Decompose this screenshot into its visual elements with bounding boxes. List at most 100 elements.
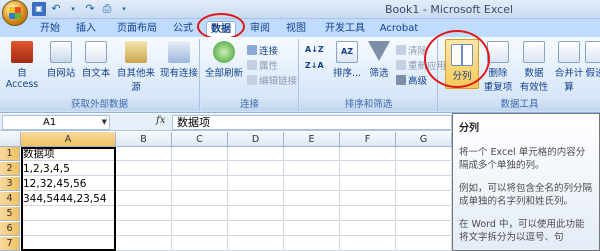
- properties-button[interactable]: 属性: [247, 58, 278, 72]
- sort-asc-button[interactable]: A↓Z: [305, 45, 324, 54]
- grid-cell[interactable]: [172, 207, 228, 221]
- cell-a5[interactable]: [21, 207, 116, 221]
- cell-a7[interactable]: [21, 237, 116, 251]
- select-all-corner[interactable]: [0, 132, 21, 147]
- grid-cell[interactable]: [172, 147, 228, 161]
- grid-cell[interactable]: [284, 177, 340, 191]
- grid-cell[interactable]: [396, 177, 452, 191]
- row-header[interactable]: 1: [0, 147, 20, 161]
- grid-cell[interactable]: [284, 222, 340, 236]
- column-header[interactable]: G: [396, 132, 452, 147]
- grid-cell[interactable]: [284, 162, 340, 176]
- grid-cell[interactable]: [284, 237, 340, 251]
- insert-function-icon[interactable]: fx: [156, 115, 165, 126]
- grid-cell[interactable]: [116, 177, 172, 191]
- grid-cell[interactable]: [228, 162, 284, 176]
- grid-cell[interactable]: [340, 177, 396, 191]
- grid-cell[interactable]: [228, 192, 284, 206]
- clear-button[interactable]: 清除: [396, 43, 427, 57]
- formula-input[interactable]: 数据项: [172, 115, 452, 130]
- tab-review[interactable]: 审阅: [246, 21, 274, 37]
- column-header[interactable]: D: [228, 132, 284, 147]
- cell-a1[interactable]: 数据项: [21, 147, 116, 161]
- grid-cell[interactable]: [284, 207, 340, 221]
- grid-cell[interactable]: [396, 147, 452, 161]
- row-header[interactable]: 7: [0, 237, 20, 251]
- grid-cell[interactable]: [340, 207, 396, 221]
- row-header[interactable]: 6: [0, 222, 20, 236]
- grid-cell[interactable]: [340, 192, 396, 206]
- filter-button[interactable]: 筛选: [364, 41, 394, 79]
- cell-a6[interactable]: [21, 222, 116, 236]
- tab-view[interactable]: 视图: [282, 21, 310, 37]
- grid-cell[interactable]: [172, 162, 228, 176]
- row-header[interactable]: 5: [0, 207, 20, 221]
- grid-cell[interactable]: [396, 237, 452, 251]
- row-header[interactable]: 2: [0, 162, 20, 176]
- sort-button[interactable]: AZ 排序...: [330, 41, 364, 79]
- from-text-button[interactable]: 自文本: [79, 41, 113, 79]
- grid-cell[interactable]: [228, 147, 284, 161]
- column-header[interactable]: F: [340, 132, 396, 147]
- grid-cell[interactable]: [396, 222, 452, 236]
- data-validation-button[interactable]: 数据 有效性: [517, 41, 551, 93]
- from-web-button[interactable]: 自网站: [44, 41, 78, 79]
- grid-cell[interactable]: [340, 222, 396, 236]
- undo-icon[interactable]: ↶: [49, 2, 63, 16]
- cell-a2[interactable]: 1,2,3,4,5: [21, 162, 116, 176]
- cell-a4[interactable]: 344,5444,23,54: [21, 192, 116, 206]
- grid-cell[interactable]: [172, 222, 228, 236]
- tab-page-layout[interactable]: 页面布局: [112, 21, 162, 37]
- name-box-dropdown-icon[interactable]: ▼: [102, 116, 107, 129]
- tab-developer[interactable]: 开发工具: [320, 21, 370, 37]
- what-if-button[interactable]: 假设: [585, 41, 600, 79]
- tab-home[interactable]: 开始: [36, 21, 64, 37]
- grid-cell[interactable]: [284, 192, 340, 206]
- column-header[interactable]: B: [116, 132, 172, 147]
- dropdown-icon[interactable]: ▾: [66, 2, 80, 16]
- print-preview-icon[interactable]: ⎙: [100, 2, 114, 16]
- grid-cell[interactable]: [116, 237, 172, 251]
- cell-a3[interactable]: 12,32,45,56: [21, 177, 116, 191]
- office-button[interactable]: [2, 0, 28, 26]
- name-box[interactable]: A1 ▼: [2, 115, 110, 130]
- grid-cell[interactable]: [228, 207, 284, 221]
- grid-cell[interactable]: [116, 147, 172, 161]
- advanced-button[interactable]: 高级: [396, 73, 427, 87]
- tab-data[interactable]: 数据: [206, 21, 236, 37]
- grid-cell[interactable]: [284, 147, 340, 161]
- tab-acrobat[interactable]: Acrobat: [378, 21, 420, 37]
- grid-cell[interactable]: [116, 207, 172, 221]
- save-icon[interactable]: ▣: [32, 2, 46, 16]
- sort-desc-button[interactable]: Z↓A: [305, 61, 324, 70]
- grid-cell[interactable]: [228, 222, 284, 236]
- grid-cell[interactable]: [396, 207, 452, 221]
- grid-cell[interactable]: [172, 177, 228, 191]
- grid-cell[interactable]: [228, 237, 284, 251]
- grid-cell[interactable]: [340, 237, 396, 251]
- text-to-columns-button[interactable]: 分列: [445, 39, 479, 89]
- consolidate-button[interactable]: 合并计算: [551, 41, 587, 93]
- tab-insert[interactable]: 插入: [72, 21, 100, 37]
- grid-cell[interactable]: [172, 237, 228, 251]
- grid-cell[interactable]: [340, 147, 396, 161]
- grid-cell[interactable]: [172, 192, 228, 206]
- customize-qat-icon[interactable]: ▾: [117, 2, 131, 16]
- edit-links-button[interactable]: 编辑链接: [247, 73, 297, 87]
- row-header[interactable]: 3: [0, 177, 20, 191]
- grid-cell[interactable]: [340, 162, 396, 176]
- connections-button[interactable]: 连接: [247, 43, 278, 57]
- worksheet-grid[interactable]: A B C D E F G 1 2 3 4 5 6 7 数据项 1,2,3,4,…: [0, 132, 452, 251]
- grid-cell[interactable]: [396, 162, 452, 176]
- from-other-sources-button[interactable]: 自其他来源: [114, 41, 158, 93]
- column-header[interactable]: A: [21, 132, 116, 147]
- column-header[interactable]: E: [284, 132, 340, 147]
- refresh-all-button[interactable]: 全部刷新: [204, 41, 244, 79]
- existing-connections-button[interactable]: 现有连接: [160, 41, 198, 79]
- redo-icon[interactable]: ↷: [83, 2, 97, 16]
- grid-cell[interactable]: [116, 222, 172, 236]
- grid-cell[interactable]: [116, 162, 172, 176]
- row-header[interactable]: 4: [0, 192, 20, 206]
- column-header[interactable]: C: [172, 132, 228, 147]
- remove-duplicates-button[interactable]: 删除 重复项: [481, 41, 515, 93]
